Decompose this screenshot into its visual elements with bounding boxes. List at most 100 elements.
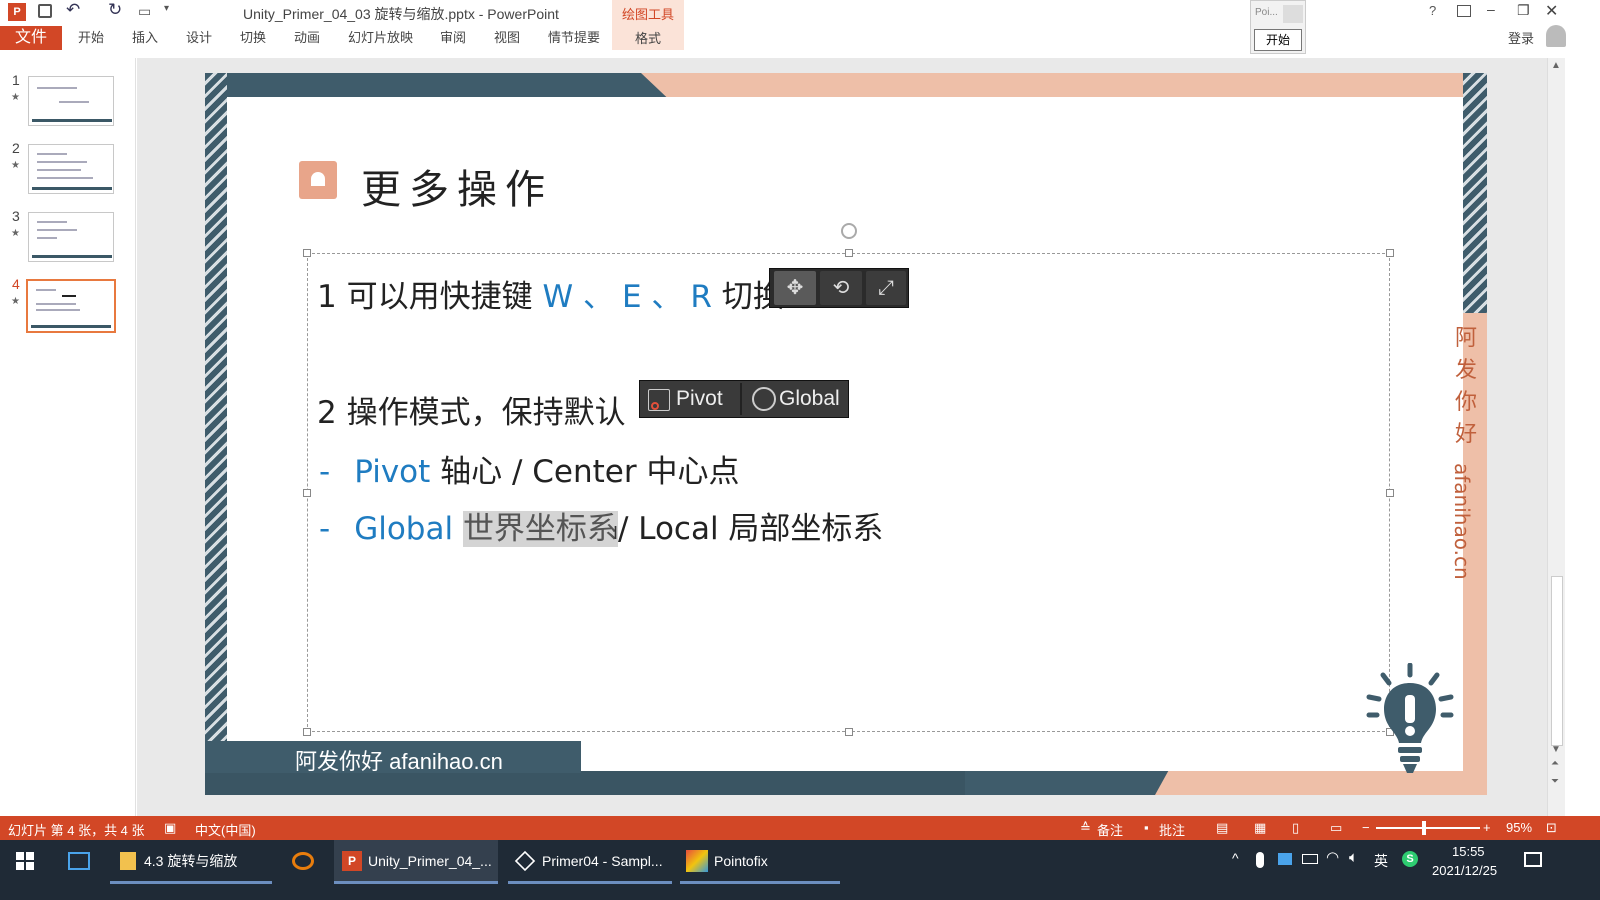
next-slide-icon[interactable]: ⏷ — [1551, 776, 1559, 787]
resize-handle[interactable] — [303, 249, 311, 257]
pointofix-start-button[interactable]: 开始 — [1254, 29, 1302, 51]
rotate-handle-icon[interactable] — [841, 223, 857, 239]
frame-right-stripes — [1463, 73, 1487, 313]
resize-handle[interactable] — [303, 728, 311, 736]
minimize-icon[interactable]: – — [1487, 1, 1495, 17]
taskbar-powerpoint[interactable]: P Unity_Primer_04_... — [334, 840, 498, 884]
taskbar-item-label: Unity_Primer_04_... — [368, 853, 492, 869]
zoom-slider[interactable] — [1376, 821, 1480, 835]
zoom-slider-thumb[interactable] — [1422, 821, 1426, 835]
language-status[interactable]: 中文(中国) — [195, 820, 256, 839]
powerpoint-app-icon[interactable]: P — [8, 3, 26, 21]
sign-in-link[interactable]: 登录 — [1508, 28, 1534, 47]
slide-thumbnail-2[interactable] — [28, 144, 114, 194]
zoom-out-icon[interactable]: − — [1362, 820, 1370, 835]
resize-handle[interactable] — [845, 728, 853, 736]
blender-icon[interactable] — [292, 852, 314, 870]
taskbar-item-label: Pointofix — [714, 853, 768, 869]
side-char: 阿 — [1454, 326, 1477, 351]
bullet-term: Global — [354, 511, 454, 547]
battery-icon[interactable] — [1302, 854, 1318, 864]
task-view-icon[interactable] — [68, 852, 90, 870]
redo-icon[interactable]: ↻ — [108, 0, 122, 20]
thumb-animation-star: ★ — [11, 228, 20, 239]
line-shortcut-keys: 1 可以用快捷键 W 、 E 、 R 切换 — [317, 271, 784, 316]
tab-file[interactable]: 文件 — [0, 26, 62, 50]
tab-view[interactable]: 视图 — [494, 27, 520, 49]
tray-chevron-icon[interactable]: ^ — [1232, 850, 1239, 866]
scroll-up-icon[interactable]: ▲ — [1551, 60, 1561, 71]
wifi-icon[interactable]: ◠ — [1326, 848, 1339, 866]
ime-indicator[interactable]: 英 — [1374, 851, 1388, 871]
resize-handle[interactable] — [1386, 249, 1394, 257]
vertical-scrollbar[interactable]: ▲ ▼ ⏶ ⏷ — [1547, 58, 1565, 816]
bullet-dash: - — [319, 511, 331, 547]
zoom-level[interactable]: 95% — [1506, 820, 1532, 835]
ribbon-display-icon[interactable] — [1457, 5, 1471, 17]
notes-icon[interactable]: ≙ — [1080, 820, 1091, 836]
tab-review[interactable]: 审阅 — [440, 27, 466, 49]
slide-canvas[interactable]: 阿发你好 afanihao.cn 更多操作 1 可以用快捷键 W 、 E 、 R 切… — [205, 73, 1487, 795]
clock-time[interactable]: 15:55 — [1452, 844, 1485, 859]
clock-date[interactable]: 2021/12/25 — [1432, 863, 1497, 878]
normal-view-icon[interactable]: ▤ — [1216, 820, 1228, 836]
save-icon[interactable] — [38, 4, 52, 18]
tray-app-icon[interactable] — [1278, 853, 1292, 865]
fit-slide-icon[interactable]: ⊡ — [1546, 820, 1557, 836]
resize-handle[interactable] — [845, 249, 853, 257]
lightbulb-icon — [1365, 662, 1455, 775]
thumb-number: 2 — [12, 140, 20, 156]
title-bar: P ↶ ↻ ▭ ▾ Unity_Primer_04_03 旋转与缩放.pptx … — [0, 0, 1600, 24]
scroll-thumb[interactable] — [1551, 576, 1563, 746]
scroll-down-icon[interactable]: ▼ — [1551, 744, 1561, 755]
windows-taskbar: 4.3 旋转与缩放 P Unity_Primer_04_... Primer04… — [0, 840, 1600, 900]
volume-icon[interactable]: 🔈︎ — [1349, 849, 1358, 866]
comments-icon[interactable]: ▪ — [1144, 820, 1149, 835]
slide-title[interactable]: 更多操作 — [361, 157, 553, 215]
microphone-icon[interactable] — [1256, 852, 1264, 868]
resize-handle[interactable] — [303, 489, 311, 497]
input-method-icon[interactable]: S — [1402, 851, 1418, 867]
slide-sorter-icon[interactable]: ▦ — [1254, 820, 1266, 836]
quick-access-dropdown-icon[interactable]: ▾ — [164, 3, 169, 14]
taskbar-folder[interactable]: 4.3 旋转与缩放 — [110, 840, 272, 884]
present-icon[interactable]: ▭ — [138, 3, 151, 20]
slide-thumbnail-pane: 1 ★ 2 ★ 3 ★ 4 ★ — [0, 58, 136, 834]
user-avatar-icon[interactable] — [1546, 25, 1566, 47]
close-icon[interactable]: ✕ — [1545, 1, 1558, 21]
zoom-in-icon[interactable]: + — [1483, 820, 1491, 835]
notifications-icon[interactable] — [1524, 852, 1542, 867]
bullet-text: 轴心 / Center 中心点 — [430, 454, 740, 490]
help-icon[interactable]: ? — [1429, 3, 1436, 18]
tab-storyboarding[interactable]: 情节提要 — [548, 27, 600, 49]
slide-thumbnail-1[interactable] — [28, 76, 114, 126]
drawing-tools-group: 绘图工具 格式 — [612, 0, 684, 50]
taskbar-pointofix[interactable]: Pointofix — [680, 840, 840, 884]
tab-home[interactable]: 开始 — [78, 27, 104, 49]
slide-thumbnail-3[interactable] — [28, 212, 114, 262]
title-badge-icon — [299, 161, 337, 199]
restore-icon[interactable]: ❐ — [1517, 2, 1530, 19]
tab-transitions[interactable]: 切换 — [240, 27, 266, 49]
comments-button[interactable]: 批注 — [1159, 820, 1185, 839]
reading-view-icon[interactable]: ▯ — [1292, 820, 1299, 836]
tab-design[interactable]: 设计 — [186, 27, 212, 49]
slideshow-view-icon[interactable]: ▭ — [1330, 820, 1342, 836]
resize-handle[interactable] — [1386, 489, 1394, 497]
content-textbox[interactable] — [303, 249, 1394, 736]
side-watermark: 阿 发 你 好 afanihao.cn — [1450, 323, 1481, 580]
move-tool-icon: ✥ — [774, 271, 816, 305]
bullet-pivot: - Pivot 轴心 / Center 中心点 — [319, 446, 739, 491]
tab-slideshow[interactable]: 幻灯片放映 — [348, 27, 413, 49]
previous-slide-icon[interactable]: ⏶ — [1551, 758, 1559, 769]
tab-animations[interactable]: 动画 — [294, 27, 320, 49]
taskbar-unity[interactable]: Primer04 - Sampl... — [508, 840, 672, 884]
tab-format[interactable]: 格式 — [612, 28, 684, 47]
slide-thumbnail-4[interactable] — [26, 279, 116, 333]
selected-text[interactable]: 世界坐标系 — [462, 511, 618, 547]
windows-start-icon[interactable] — [16, 852, 34, 870]
tab-insert[interactable]: 插入 — [132, 27, 158, 49]
spelling-icon[interactable]: ▣ — [164, 820, 176, 836]
undo-icon[interactable]: ↶ — [66, 0, 80, 20]
notes-button[interactable]: 备注 — [1097, 820, 1123, 839]
